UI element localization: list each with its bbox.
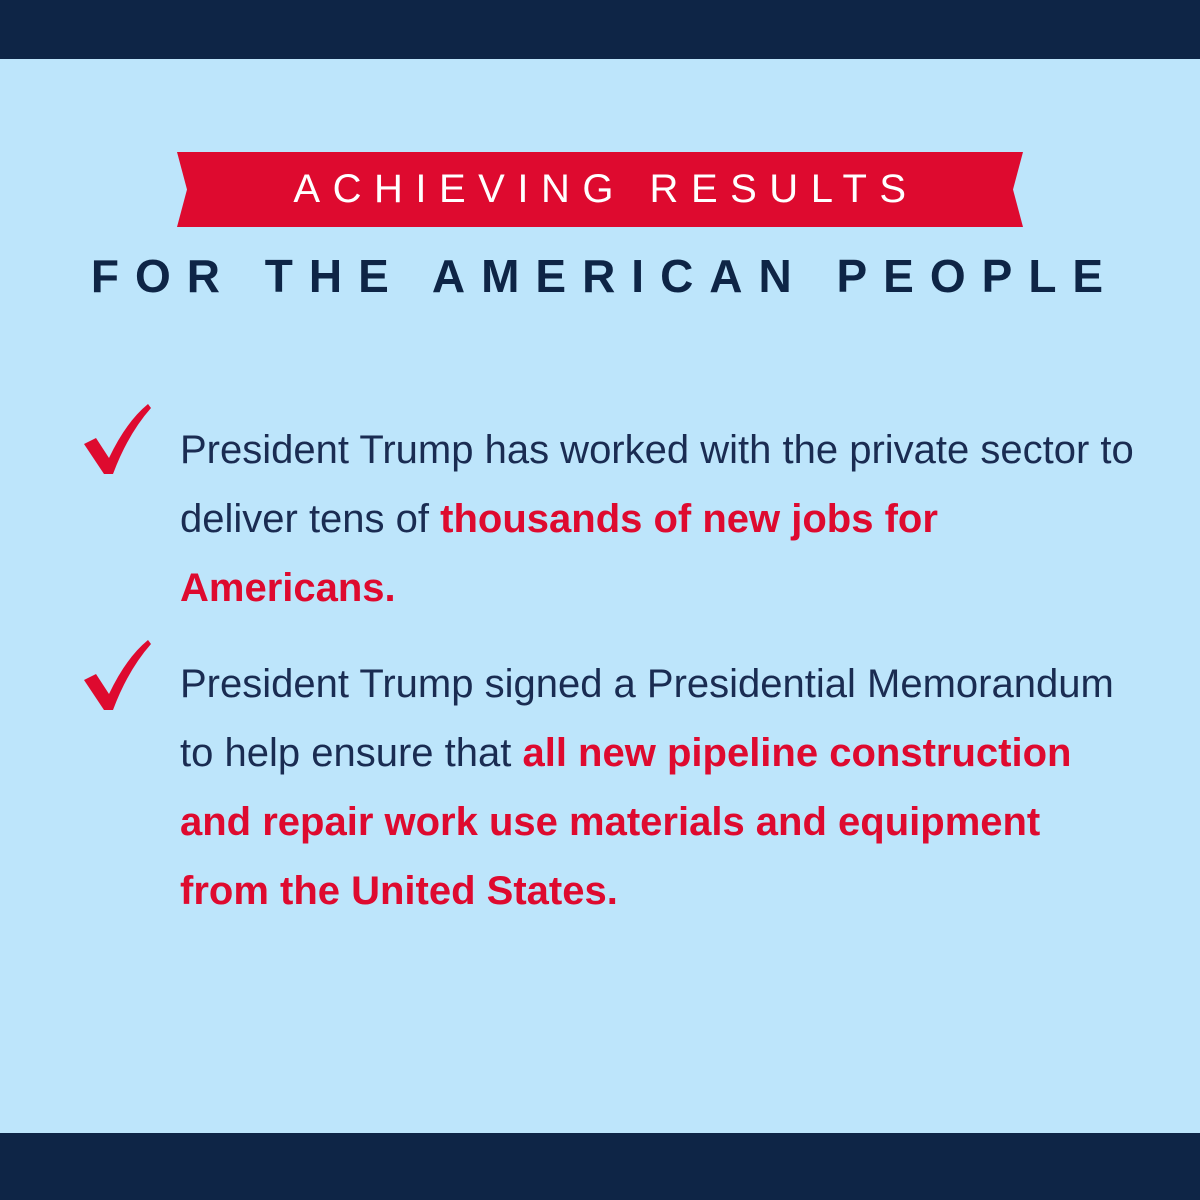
ribbon-banner: ACHIEVING RESULTS [177, 152, 1023, 227]
ribbon-title: ACHIEVING RESULTS [293, 167, 919, 211]
page-subtitle: FOR THE AMERICAN PEOPLE [90, 250, 1120, 302]
bottom-band [0, 1133, 1200, 1200]
top-band [0, 0, 1200, 59]
bullet-item: President Trump has worked with the priv… [180, 416, 1140, 623]
bullet-item: President Trump signed a Presidential Me… [180, 650, 1140, 926]
check-icon [82, 402, 152, 476]
check-icon [82, 638, 152, 712]
